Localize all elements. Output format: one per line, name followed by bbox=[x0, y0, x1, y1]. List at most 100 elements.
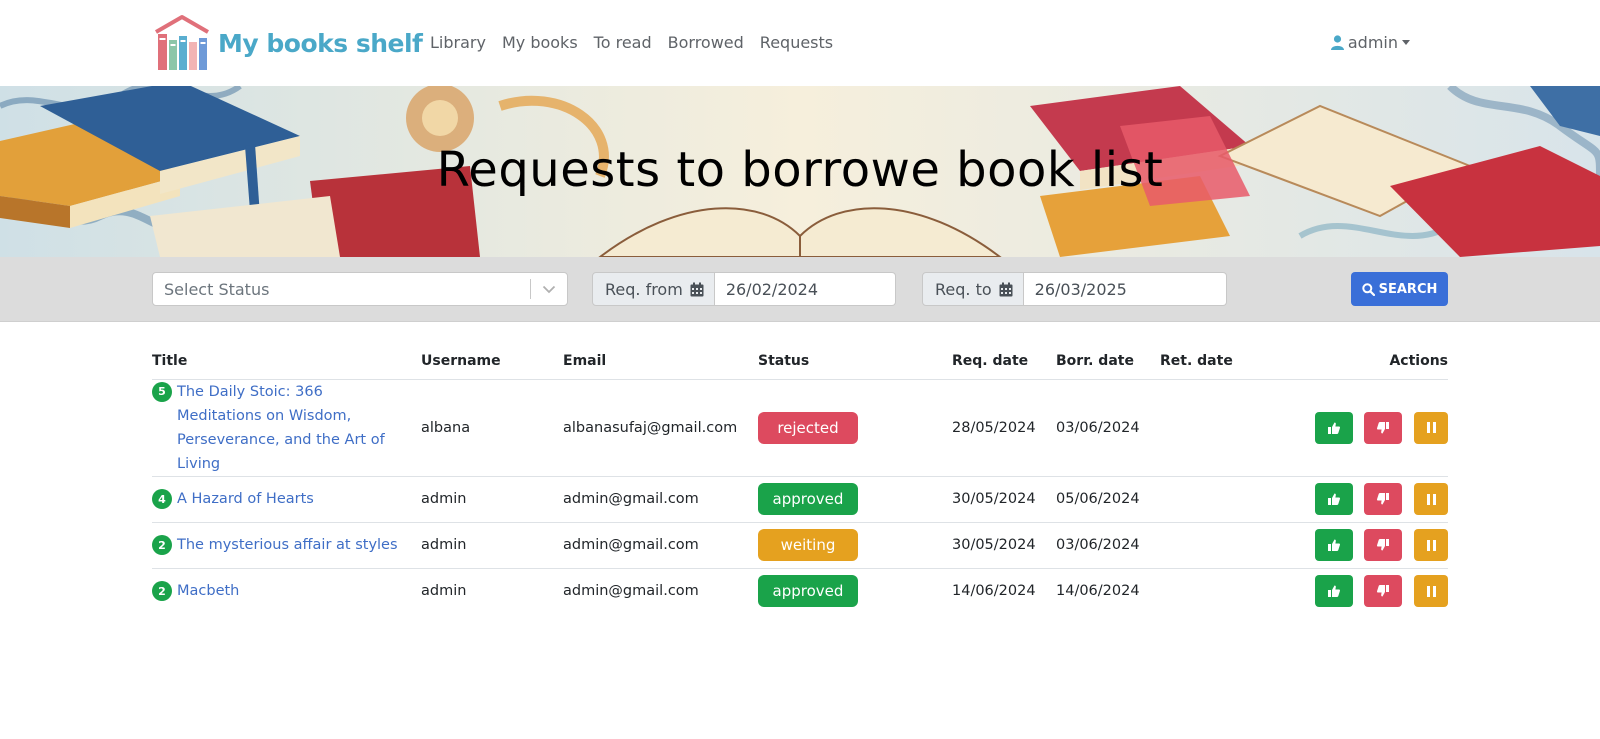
thumbs-down-icon bbox=[1377, 585, 1390, 597]
nav-my-books[interactable]: My books bbox=[502, 33, 578, 52]
actions-cell bbox=[1280, 568, 1448, 614]
actions-cell bbox=[1280, 476, 1448, 523]
nav-library[interactable]: Library bbox=[430, 33, 486, 52]
borr-date-cell: 03/06/2024 bbox=[1056, 379, 1160, 477]
status-badge: approved bbox=[758, 483, 858, 515]
ret-date-cell bbox=[1160, 568, 1280, 614]
pause-button[interactable] bbox=[1414, 411, 1448, 444]
table-header-row: Title Username Email Status Req. date Bo… bbox=[152, 345, 1448, 380]
user-icon bbox=[1330, 35, 1344, 50]
header-ret-date: Ret. date bbox=[1160, 345, 1280, 380]
req-from-group: Req. from 26/02/2024 bbox=[592, 272, 896, 306]
navbar: My books shelf Library My books To read … bbox=[0, 0, 1600, 86]
pause-icon bbox=[1426, 585, 1436, 597]
req-to-input[interactable]: 26/03/2025 bbox=[1023, 272, 1227, 306]
reject-button[interactable] bbox=[1364, 575, 1403, 608]
user-menu[interactable]: admin bbox=[1330, 33, 1410, 52]
title-cell: 2 Macbeth bbox=[152, 568, 421, 614]
header-email: Email bbox=[563, 345, 758, 380]
search-button[interactable]: SEARCH bbox=[1351, 272, 1448, 306]
book-title-link[interactable]: Macbeth bbox=[177, 579, 239, 603]
approve-button[interactable] bbox=[1314, 483, 1353, 515]
status-select-placeholder: Select Status bbox=[164, 279, 270, 299]
pause-button[interactable] bbox=[1414, 483, 1448, 515]
table-row: 4 A Hazard of Hearts admin admin@gmail.c… bbox=[152, 476, 1448, 523]
thumbs-up-icon bbox=[1327, 539, 1340, 551]
main-nav: Library My books To read Borrowed Reques… bbox=[430, 33, 849, 52]
reject-button[interactable] bbox=[1364, 411, 1403, 444]
borr-date-cell: 03/06/2024 bbox=[1056, 522, 1160, 569]
nav-to-read[interactable]: To read bbox=[594, 33, 652, 52]
header-username: Username bbox=[421, 345, 563, 380]
bookshelf-house-logo bbox=[155, 15, 209, 70]
approve-button[interactable] bbox=[1314, 411, 1353, 444]
brand-name: My books shelf bbox=[218, 28, 423, 58]
req-date-cell: 30/05/2024 bbox=[952, 522, 1056, 569]
page-title: Requests to borrowe book list bbox=[436, 142, 1164, 198]
caret-down-icon bbox=[1402, 40, 1410, 45]
thumbs-down-icon bbox=[1377, 421, 1390, 433]
username-cell: admin bbox=[421, 522, 563, 569]
header-status: Status bbox=[758, 345, 952, 380]
pause-button[interactable] bbox=[1414, 575, 1448, 608]
hero-banner: Requests to borrowe book list bbox=[0, 86, 1600, 257]
email-cell: albanasufaj@gmail.com bbox=[563, 379, 758, 477]
pause-icon bbox=[1426, 422, 1436, 433]
header-title: Title bbox=[152, 345, 421, 380]
nav-borrowed[interactable]: Borrowed bbox=[668, 33, 744, 52]
req-from-input[interactable]: 26/02/2024 bbox=[714, 272, 896, 306]
actions-cell bbox=[1280, 522, 1448, 569]
table-row: 2 Macbeth admin admin@gmail.com approved… bbox=[152, 568, 1448, 614]
brand[interactable]: My books shelf bbox=[152, 14, 423, 72]
title-cell: 4 A Hazard of Hearts bbox=[152, 476, 421, 523]
borr-date-cell: 05/06/2024 bbox=[1056, 476, 1160, 523]
table-row: 5 The Daily Stoic: 366 Meditations on Wi… bbox=[152, 379, 1448, 477]
thumbs-down-icon bbox=[1377, 539, 1390, 551]
title-cell: 5 The Daily Stoic: 366 Meditations on Wi… bbox=[152, 379, 421, 477]
chevron-down-icon[interactable] bbox=[531, 285, 567, 294]
pause-icon bbox=[1426, 539, 1436, 551]
table-row: 2 The mysterious affair at styles admin … bbox=[152, 522, 1448, 569]
count-badge: 2 bbox=[152, 581, 172, 602]
req-to-label-box: Req. to bbox=[922, 272, 1024, 306]
calendar-icon bbox=[999, 282, 1013, 296]
username-cell: admin bbox=[421, 476, 563, 523]
actions-cell bbox=[1280, 379, 1448, 477]
email-cell: admin@gmail.com bbox=[563, 476, 758, 523]
approve-button[interactable] bbox=[1314, 575, 1353, 608]
req-from-label-box: Req. from bbox=[592, 272, 715, 306]
status-cell: approved bbox=[758, 476, 952, 523]
borr-date-cell: 14/06/2024 bbox=[1056, 583, 1140, 600]
req-date-cell: 14/06/2024 bbox=[952, 583, 1036, 600]
filter-bar: Select Status Req. from 26/02/2024 Req. … bbox=[0, 257, 1600, 322]
search-icon bbox=[1361, 282, 1375, 296]
req-to-label: Req. to bbox=[935, 279, 992, 299]
status-badge: weiting bbox=[758, 529, 858, 561]
req-date-cell: 28/05/2024 bbox=[952, 379, 1056, 477]
header-actions: Actions bbox=[1280, 345, 1448, 380]
user-name: admin bbox=[1347, 33, 1398, 52]
ret-date-cell bbox=[1160, 379, 1280, 477]
status-cell: weiting bbox=[758, 522, 952, 569]
requests-table: Title Username Email Status Req. date Bo… bbox=[152, 345, 1448, 614]
count-badge: 2 bbox=[152, 535, 172, 555]
ret-date-cell bbox=[1160, 522, 1280, 569]
book-title-link[interactable]: The mysterious affair at styles bbox=[177, 533, 398, 557]
thumbs-up-icon bbox=[1327, 422, 1340, 434]
status-badge: approved bbox=[758, 575, 858, 608]
req-date-cell: 30/05/2024 bbox=[952, 476, 1056, 523]
book-title-link[interactable]: The Daily Stoic: 366 Meditations on Wisd… bbox=[177, 380, 409, 476]
status-badge: rejected bbox=[758, 411, 858, 444]
search-button-label: SEARCH bbox=[1378, 281, 1438, 297]
status-select[interactable]: Select Status bbox=[152, 272, 568, 306]
calendar-icon bbox=[690, 282, 704, 296]
approve-button[interactable] bbox=[1314, 529, 1353, 561]
pause-button[interactable] bbox=[1414, 529, 1448, 561]
req-from-label: Req. from bbox=[605, 279, 683, 299]
book-title-link[interactable]: A Hazard of Hearts bbox=[177, 487, 314, 511]
reject-button[interactable] bbox=[1364, 529, 1403, 561]
username-cell: admin bbox=[421, 583, 467, 600]
username-cell: albana bbox=[421, 379, 563, 477]
reject-button[interactable] bbox=[1364, 483, 1403, 515]
nav-requests[interactable]: Requests bbox=[760, 33, 833, 52]
